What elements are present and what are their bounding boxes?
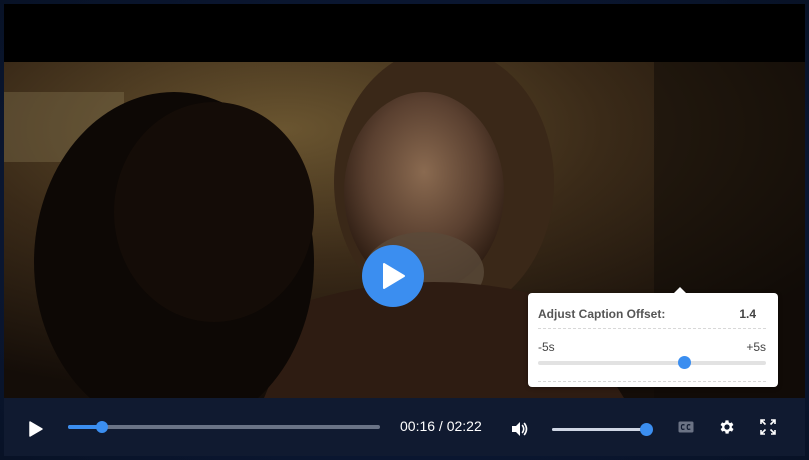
fullscreen-button[interactable] (756, 415, 780, 439)
caption-offset-panel: Adjust Caption Offset: 1.4 -5s +5s (528, 287, 778, 387)
caption-offset-slider[interactable] (538, 356, 766, 369)
gear-icon (720, 420, 734, 434)
caption-offset-title: Adjust Caption Offset: (538, 307, 666, 321)
caption-offset-thumb[interactable] (677, 356, 691, 369)
fullscreen-icon (760, 419, 776, 435)
progress-bar[interactable] (68, 421, 380, 433)
divider (538, 328, 766, 329)
play-icon (29, 421, 43, 437)
closed-captions-icon (678, 421, 694, 433)
volume-fill (552, 428, 646, 431)
video-player: 00:16 / 02:22 Adjust Caption Offset: 1.4… (4, 4, 805, 456)
center-play-button[interactable] (362, 245, 424, 307)
volume-icon (512, 422, 528, 436)
settings-button[interactable] (715, 415, 739, 439)
current-time: 00:16 (400, 418, 436, 434)
caption-offset-value: 1.4 (739, 307, 756, 321)
time-display: 00:16 / 02:22 (400, 418, 490, 434)
play-icon (383, 263, 405, 289)
caption-panel-pointer (674, 287, 686, 293)
volume-thumb[interactable] (640, 423, 653, 436)
play-button[interactable] (22, 416, 48, 442)
duration: 02:22 (446, 418, 482, 434)
captions-button[interactable] (675, 416, 697, 438)
letterbox-top (4, 4, 805, 62)
mute-button[interactable] (507, 416, 533, 442)
caption-offset-max-label: +5s (746, 340, 766, 354)
progress-thumb[interactable] (96, 421, 109, 433)
control-bar: 00:16 / 02:22 (4, 398, 805, 456)
caption-offset-min-label: -5s (538, 340, 555, 354)
time-separator: / (435, 418, 447, 434)
divider (538, 381, 766, 382)
page-background: 00:16 / 02:22 Adjust Caption Offset: 1.4… (0, 0, 809, 460)
volume-slider[interactable] (552, 423, 653, 436)
